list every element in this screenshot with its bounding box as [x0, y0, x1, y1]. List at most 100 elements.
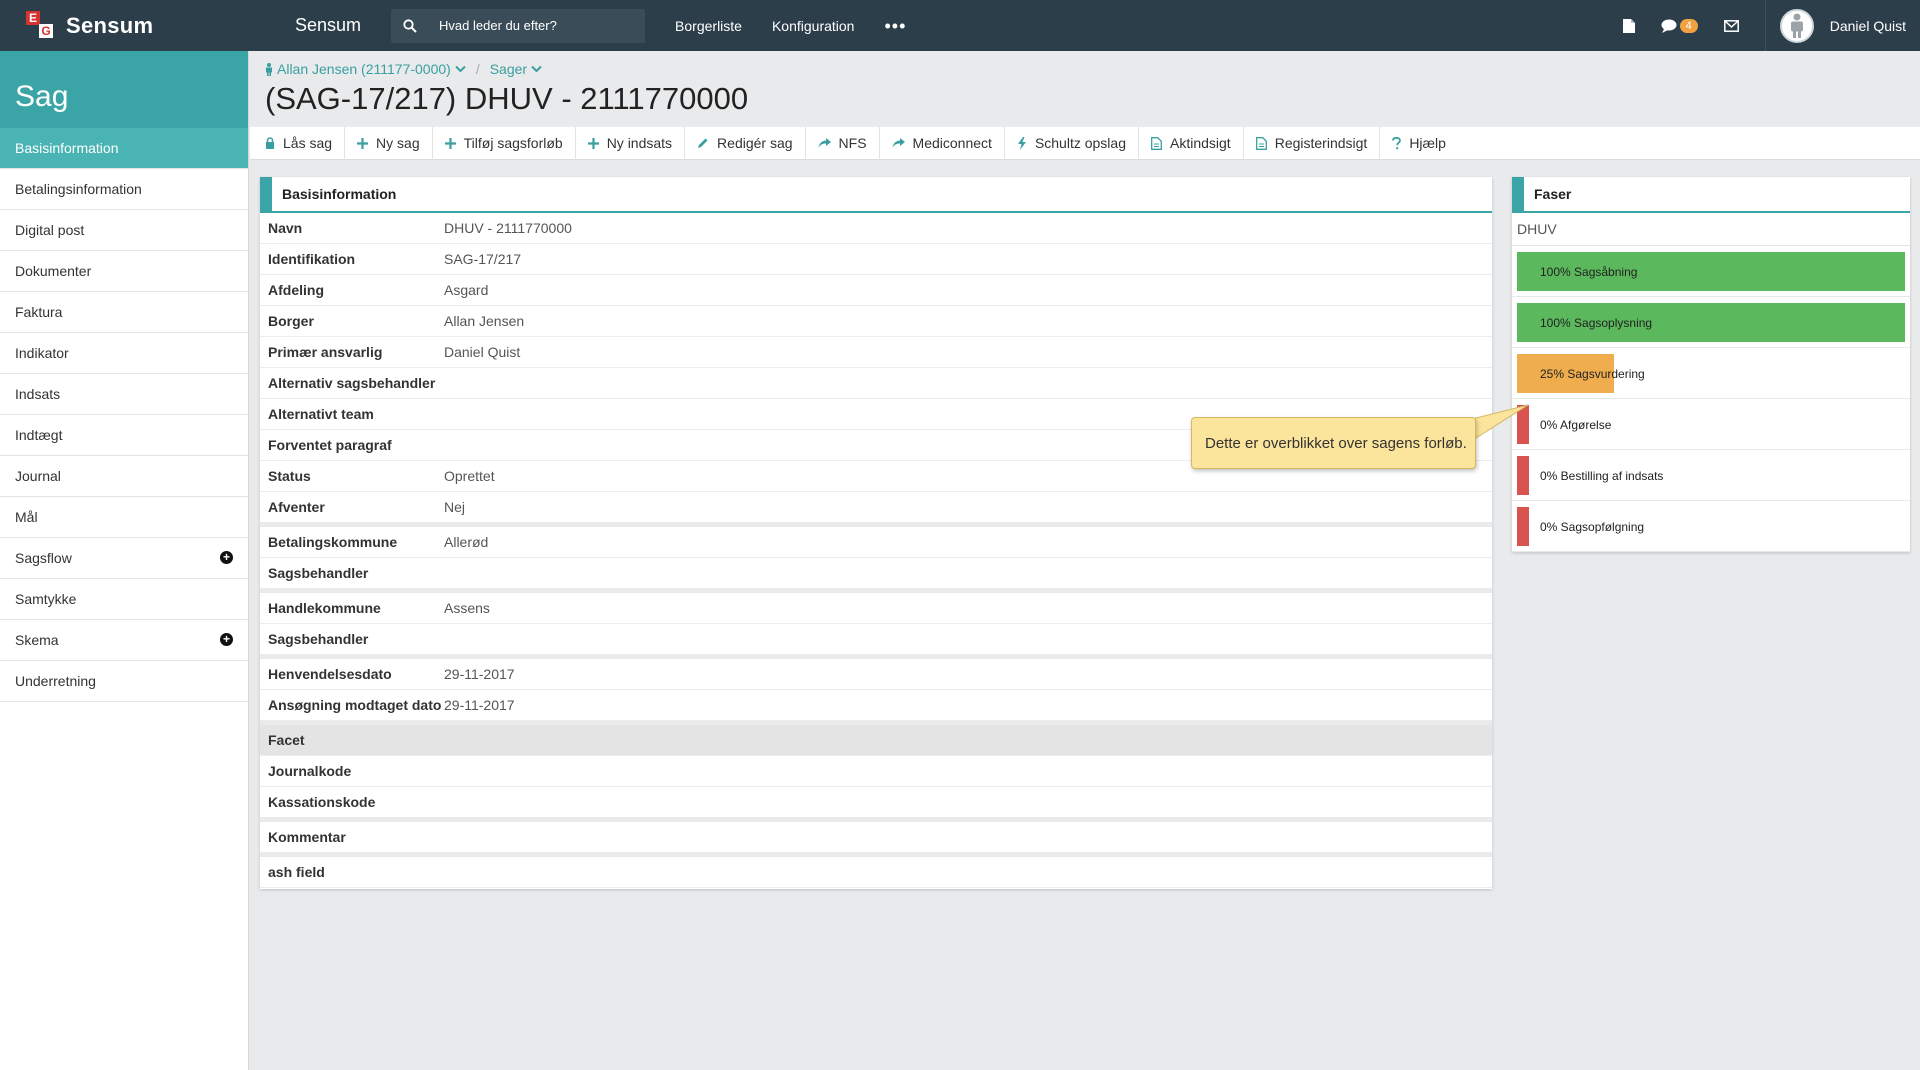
- sidebar-item-dokumenter[interactable]: Dokumenter: [0, 251, 248, 292]
- phase-item[interactable]: 100% Sagsoplysning: [1512, 297, 1910, 348]
- phase-progress-bar: [1517, 456, 1529, 495]
- info-row-label: Kommentar: [268, 829, 346, 845]
- info-row: Ansøgning modtaget dato 29-11-2017: [260, 690, 1492, 721]
- sidebar: Sag Basisinformation Betalingsinformatio…: [0, 51, 249, 1070]
- info-row-label: Journalkode: [268, 763, 352, 779]
- phase-progress-bar: [1517, 507, 1529, 546]
- info-row: Betalingskommune Allerød: [260, 527, 1492, 558]
- info-row-label: Facet: [268, 732, 305, 748]
- expand-plus-icon[interactable]: +: [220, 633, 233, 646]
- info-row-value: Allerød: [444, 534, 489, 550]
- schultz-lookup-button[interactable]: Schultz opslag: [1017, 126, 1139, 160]
- info-row-value: Asgard: [444, 282, 489, 298]
- info-row: Borger Allan Jensen: [260, 306, 1492, 337]
- sidebar-item-samtykke[interactable]: Samtykke: [0, 579, 248, 620]
- sidebar-item-indsats[interactable]: Indsats: [0, 374, 248, 415]
- info-row-value: Daniel Quist: [444, 344, 521, 360]
- nfs-button[interactable]: NFS: [818, 126, 880, 160]
- top-navbar: E G Sensum Sensum Hvad leder du efter? B…: [0, 0, 1920, 51]
- search-input[interactable]: Hvad leder du efter?: [391, 8, 646, 43]
- sidebar-item-journal[interactable]: Journal: [0, 456, 248, 497]
- chevron-down-icon[interactable]: [455, 65, 466, 73]
- sidebar-item-indtaegt[interactable]: Indtægt: [0, 415, 248, 456]
- sidebar-item-betalingsinformation[interactable]: Betalingsinformation: [0, 169, 248, 210]
- sidebar-item-faktura[interactable]: Faktura: [0, 292, 248, 333]
- info-row-label: Henvendelsesdato: [268, 666, 392, 682]
- sidebar-item-label: Sagsflow: [15, 550, 72, 566]
- info-row: Alternativ sagsbehandler: [260, 368, 1492, 399]
- help-button[interactable]: Hjælp: [1392, 127, 1458, 160]
- user-name[interactable]: Daniel Quist: [1830, 18, 1906, 34]
- user-icon: [1790, 13, 1803, 38]
- question-icon: [1392, 136, 1402, 149]
- nav-konfiguration[interactable]: Konfiguration: [772, 18, 855, 34]
- lock-case-button[interactable]: Lås sag: [265, 126, 346, 160]
- breadcrumb-sager[interactable]: Sager: [490, 61, 527, 77]
- sidebar-item-underretning[interactable]: Underretning: [0, 661, 248, 702]
- tooltip: Dette er overblikket over sagens forløb.: [1191, 417, 1476, 469]
- phase-item[interactable]: 0% Bestilling af indsats: [1512, 450, 1910, 501]
- avatar[interactable]: [1779, 8, 1814, 43]
- messages-count-badge: 4: [1679, 18, 1698, 33]
- info-row-value: Nej: [444, 499, 466, 515]
- info-row: Kassationskode: [260, 787, 1492, 818]
- nav-borgerliste[interactable]: Borgerliste: [675, 18, 742, 34]
- document-icon[interactable]: [1622, 18, 1635, 33]
- info-row: Journalkode: [260, 756, 1492, 787]
- messages-button[interactable]: 4: [1661, 18, 1698, 33]
- info-row-label: Handlekommune: [268, 600, 381, 616]
- new-case-button[interactable]: Ny sag: [357, 126, 433, 160]
- sidebar-item-skema[interactable]: Skema +: [0, 620, 248, 661]
- brand-logo[interactable]: E G Sensum: [0, 0, 250, 51]
- edit-case-button[interactable]: Redigér sag: [697, 126, 806, 160]
- info-row-value: DHUV - 2111770000: [444, 220, 572, 236]
- phases-title: Faser: [1512, 177, 1910, 213]
- phase-item[interactable]: 0% Afgørelse: [1512, 399, 1910, 450]
- more-menu-icon[interactable]: •••: [884, 17, 906, 35]
- info-row-label: Identifikation: [268, 251, 356, 267]
- mail-icon[interactable]: [1723, 19, 1739, 32]
- mediconnect-button[interactable]: Mediconnect: [892, 126, 1005, 160]
- info-row: ash field: [260, 857, 1492, 888]
- phase-item[interactable]: 0% Sagsopfølgning: [1512, 501, 1910, 552]
- phase-item[interactable]: 100% Sagsåbning: [1512, 246, 1910, 297]
- phase-item[interactable]: 25% Sagsvurdering: [1512, 348, 1910, 399]
- info-row: Primær ansvarlig Daniel Quist: [260, 337, 1492, 368]
- new-effort-button[interactable]: Ny indsats: [587, 126, 686, 160]
- brand-name: Sensum: [66, 12, 154, 38]
- info-row-label: Sagsbehandler: [268, 565, 369, 581]
- basis-info-rows: Navn DHUV - 2111770000 Identifikation SAG-1…: [260, 213, 1492, 888]
- info-row-value: 29-11-2017: [444, 666, 515, 682]
- access-to-records-button[interactable]: Aktindsigt: [1151, 126, 1244, 160]
- sidebar-item-digital-post[interactable]: Digital post: [0, 210, 248, 251]
- phases-list: 100% Sagsåbning 100% Sagsoplysning 25% Sag…: [1512, 246, 1910, 552]
- share-icon: [892, 137, 905, 148]
- info-row: Afventer Nej: [260, 492, 1492, 523]
- sidebar-item-indikator[interactable]: Indikator: [0, 333, 248, 374]
- app-title[interactable]: Sensum: [295, 15, 361, 36]
- info-row: Afdeling Asgard: [260, 275, 1492, 306]
- info-row-label: Forventet paragraf: [268, 437, 392, 453]
- info-row-label: Sagsbehandler: [268, 631, 369, 647]
- info-row: Facet: [260, 725, 1492, 756]
- document-icon: [1255, 136, 1267, 150]
- plus-icon: [357, 137, 369, 149]
- add-case-flow-button[interactable]: Tilføj sagsforløb: [444, 126, 576, 160]
- info-row: Handlekommune Assens: [260, 593, 1492, 624]
- info-row: Kommentar: [260, 822, 1492, 853]
- chevron-down-icon[interactable]: [531, 65, 542, 73]
- info-row-label: Kassationskode: [268, 794, 376, 810]
- breadcrumb-person[interactable]: Allan Jensen (211177-0000): [277, 61, 451, 77]
- phases-panel: Faser DHUV 100% Sagsåbning 100% Sagsoplys…: [1512, 177, 1910, 552]
- register-access-button[interactable]: Registerindsigt: [1255, 126, 1381, 160]
- sidebar-item-sagsflow[interactable]: Sagsflow +: [0, 538, 248, 579]
- info-row-value: SAG-17/217: [444, 251, 522, 267]
- sidebar-item-basisinformation[interactable]: Basisinformation: [0, 128, 248, 169]
- sidebar-item-maal[interactable]: Mål: [0, 497, 248, 538]
- info-row-label: ash field: [268, 864, 325, 880]
- info-row: Henvendelsesdato 29-11-2017: [260, 659, 1492, 690]
- basis-info-panel: Basisinformation Navn DHUV - 2111770000 Id…: [260, 177, 1492, 889]
- info-row-label: Alternativt team: [268, 406, 374, 422]
- info-row-label: Afventer: [268, 499, 325, 515]
- expand-plus-icon[interactable]: +: [220, 551, 233, 564]
